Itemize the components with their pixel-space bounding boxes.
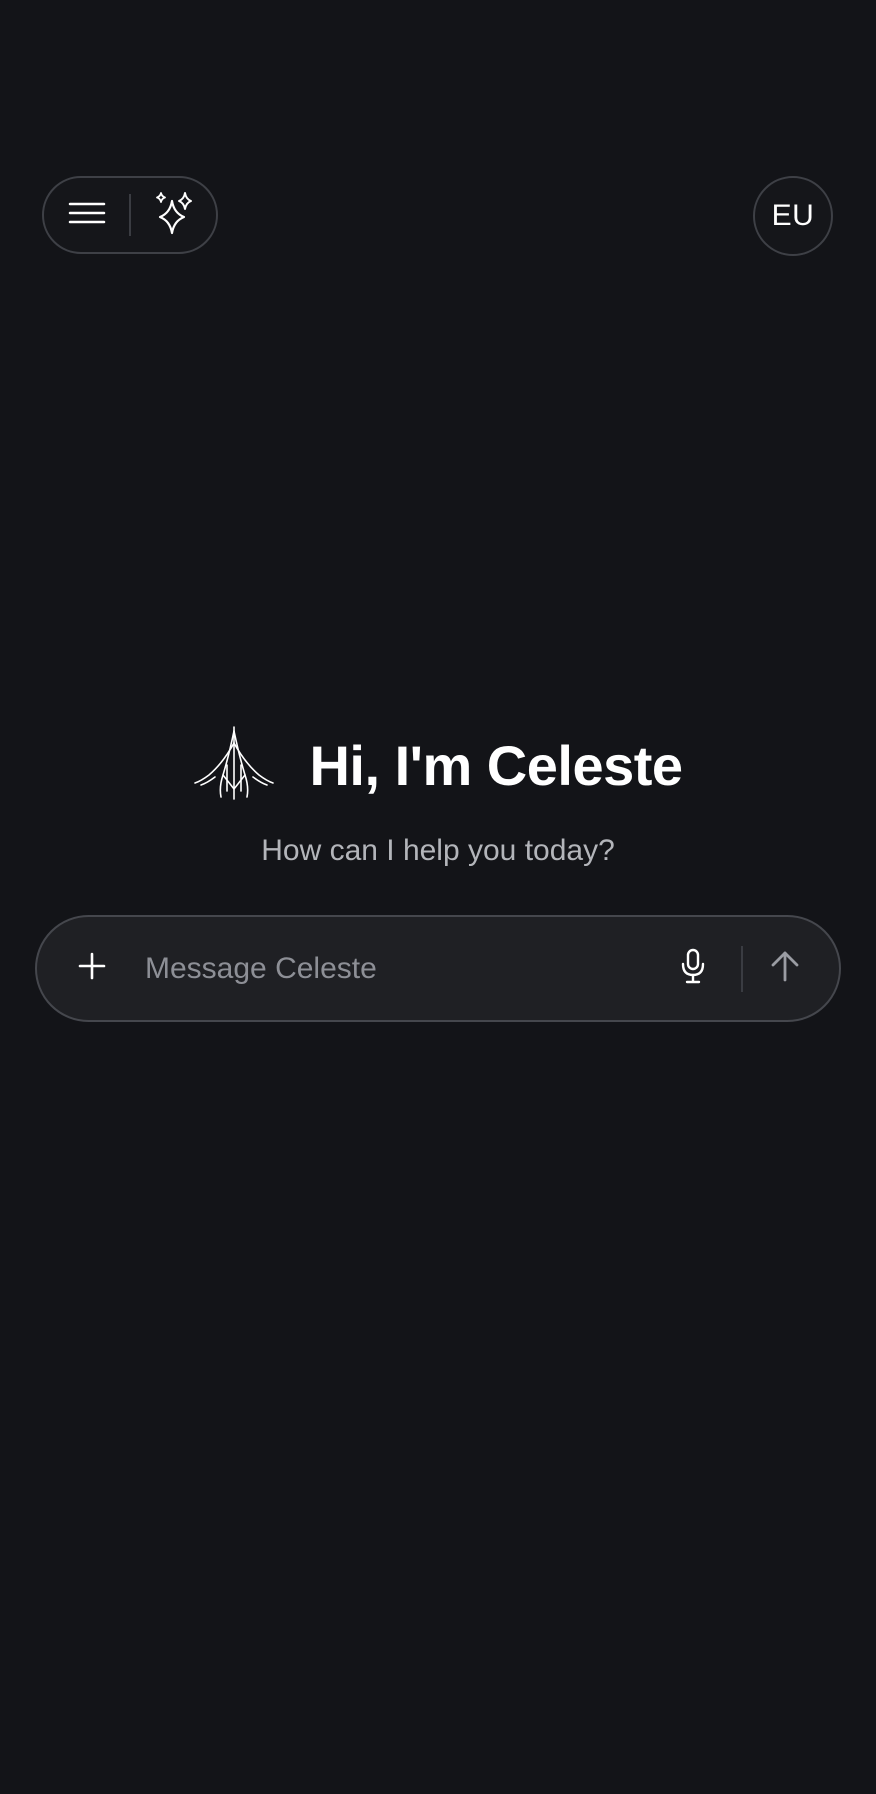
- add-attachment-button[interactable]: [63, 940, 121, 998]
- welcome-title: Hi, I'm Celeste: [309, 733, 683, 797]
- welcome-heading-row: Hi, I'm Celeste: [0, 720, 876, 810]
- user-avatar-button[interactable]: EU: [753, 176, 833, 256]
- menu-icon: [68, 201, 106, 230]
- microphone-icon: [680, 948, 706, 989]
- welcome-section: Hi, I'm Celeste How can I help you today…: [0, 720, 876, 868]
- welcome-subtitle: How can I help you today?: [261, 834, 615, 867]
- avatar-initials: EU: [771, 199, 815, 232]
- sparkles-icon: [152, 191, 196, 240]
- plus-icon: [78, 952, 106, 985]
- sparkles-button[interactable]: [131, 178, 216, 252]
- message-composer: [35, 915, 841, 1022]
- arrow-up-icon: [769, 950, 801, 987]
- send-button[interactable]: [761, 939, 809, 999]
- celeste-logo-icon: [193, 725, 275, 806]
- menu-button[interactable]: [44, 178, 129, 252]
- top-nav-pill: [42, 176, 218, 254]
- composer-divider: [741, 945, 743, 992]
- message-input[interactable]: [143, 937, 667, 1000]
- voice-input-button[interactable]: [667, 939, 719, 999]
